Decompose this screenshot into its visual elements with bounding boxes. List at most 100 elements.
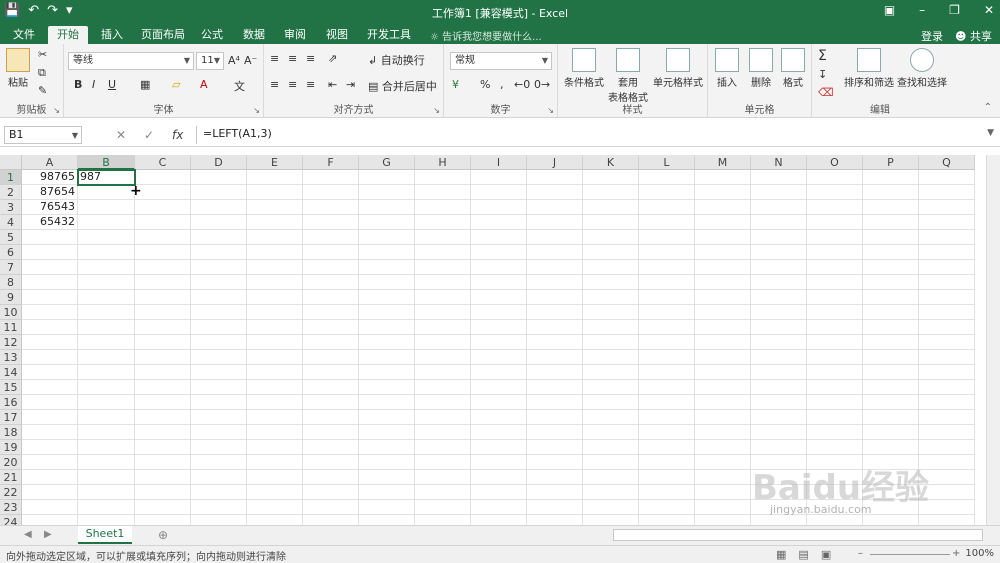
cell-i7[interactable] <box>471 260 527 275</box>
cell-l24[interactable] <box>639 515 695 525</box>
cell-q6[interactable] <box>919 245 975 260</box>
delete-cells-button[interactable]: 删除 <box>746 48 776 89</box>
cell-q8[interactable] <box>919 275 975 290</box>
cell-b3[interactable] <box>78 200 135 215</box>
zoom-out-icon[interactable]: – <box>858 548 863 559</box>
name-box[interactable]: B1 ▼ <box>4 126 82 144</box>
cell-m8[interactable] <box>695 275 751 290</box>
phonetic-icon[interactable]: 文 <box>234 78 245 94</box>
cell-q3[interactable] <box>919 200 975 215</box>
cell-l18[interactable] <box>639 425 695 440</box>
cell-i12[interactable] <box>471 335 527 350</box>
cell-l16[interactable] <box>639 395 695 410</box>
cell-q10[interactable] <box>919 305 975 320</box>
cell-g6[interactable] <box>359 245 415 260</box>
column-header-l[interactable]: L <box>639 155 695 170</box>
row-header-4[interactable]: 4 <box>0 215 22 230</box>
cell-e14[interactable] <box>247 365 303 380</box>
cell-o19[interactable] <box>807 440 863 455</box>
align-left-icon[interactable]: ≡ <box>270 78 279 91</box>
cell-e16[interactable] <box>247 395 303 410</box>
cell-f16[interactable] <box>303 395 359 410</box>
row-header-3[interactable]: 3 <box>0 200 22 215</box>
cell-d10[interactable] <box>191 305 247 320</box>
cell-f15[interactable] <box>303 380 359 395</box>
cell-m13[interactable] <box>695 350 751 365</box>
tab-developer[interactable]: 开发工具 <box>358 26 420 44</box>
cell-m1[interactable] <box>695 170 751 185</box>
cell-p2[interactable] <box>863 185 919 200</box>
cell-g24[interactable] <box>359 515 415 525</box>
cell-c17[interactable] <box>135 410 191 425</box>
cell-p15[interactable] <box>863 380 919 395</box>
align-middle-icon[interactable]: ≡ <box>288 52 297 65</box>
orientation-icon[interactable]: ⇗ <box>328 52 337 65</box>
cell-f7[interactable] <box>303 260 359 275</box>
cell-b11[interactable] <box>78 320 135 335</box>
cell-o15[interactable] <box>807 380 863 395</box>
format-painter-icon[interactable]: ✎ <box>38 84 47 97</box>
cell-d15[interactable] <box>191 380 247 395</box>
cell-p12[interactable] <box>863 335 919 350</box>
find-select-button[interactable]: 查找和选择 <box>896 48 948 89</box>
cell-m12[interactable] <box>695 335 751 350</box>
cell-f11[interactable] <box>303 320 359 335</box>
cell-g15[interactable] <box>359 380 415 395</box>
cell-l14[interactable] <box>639 365 695 380</box>
cell-p14[interactable] <box>863 365 919 380</box>
align-top-icon[interactable]: ≡ <box>270 52 279 65</box>
decrease-decimal-icon[interactable]: 0→ <box>534 78 550 91</box>
cell-c8[interactable] <box>135 275 191 290</box>
cell-h20[interactable] <box>415 455 471 470</box>
cell-e13[interactable] <box>247 350 303 365</box>
cell-i10[interactable] <box>471 305 527 320</box>
cell-n4[interactable] <box>751 215 807 230</box>
column-header-f[interactable]: F <box>303 155 359 170</box>
ribbon-display-icon[interactable]: ▣ <box>884 3 895 17</box>
cell-b21[interactable] <box>78 470 135 485</box>
cell-p1[interactable] <box>863 170 919 185</box>
cell-d11[interactable] <box>191 320 247 335</box>
column-header-j[interactable]: J <box>527 155 583 170</box>
cell-q12[interactable] <box>919 335 975 350</box>
cell-f24[interactable] <box>303 515 359 525</box>
cell-b8[interactable] <box>78 275 135 290</box>
cell-f21[interactable] <box>303 470 359 485</box>
cell-q2[interactable] <box>919 185 975 200</box>
cell-c4[interactable] <box>135 215 191 230</box>
cell-q13[interactable] <box>919 350 975 365</box>
cell-k22[interactable] <box>583 485 639 500</box>
cell-e15[interactable] <box>247 380 303 395</box>
cell-q4[interactable] <box>919 215 975 230</box>
cell-f18[interactable] <box>303 425 359 440</box>
cell-j2[interactable] <box>527 185 583 200</box>
cell-h15[interactable] <box>415 380 471 395</box>
cell-g1[interactable] <box>359 170 415 185</box>
tab-formulas[interactable]: 公式 <box>192 26 232 44</box>
cell-c2[interactable] <box>135 185 191 200</box>
cell-m9[interactable] <box>695 290 751 305</box>
cell-a3[interactable]: 76543 <box>22 200 78 215</box>
cell-l17[interactable] <box>639 410 695 425</box>
cell-k5[interactable] <box>583 230 639 245</box>
cell-g18[interactable] <box>359 425 415 440</box>
cell-j10[interactable] <box>527 305 583 320</box>
cell-b17[interactable] <box>78 410 135 425</box>
row-header-14[interactable]: 14 <box>0 365 22 380</box>
cell-b4[interactable] <box>78 215 135 230</box>
cell-f2[interactable] <box>303 185 359 200</box>
row-header-16[interactable]: 16 <box>0 395 22 410</box>
cell-c15[interactable] <box>135 380 191 395</box>
cell-c21[interactable] <box>135 470 191 485</box>
cell-k21[interactable] <box>583 470 639 485</box>
cell-l4[interactable] <box>639 215 695 230</box>
row-header-12[interactable]: 12 <box>0 335 22 350</box>
cell-f6[interactable] <box>303 245 359 260</box>
cell-e21[interactable] <box>247 470 303 485</box>
cell-e9[interactable] <box>247 290 303 305</box>
cell-b13[interactable] <box>78 350 135 365</box>
cell-o1[interactable] <box>807 170 863 185</box>
cell-e6[interactable] <box>247 245 303 260</box>
cell-q17[interactable] <box>919 410 975 425</box>
cell-g8[interactable] <box>359 275 415 290</box>
